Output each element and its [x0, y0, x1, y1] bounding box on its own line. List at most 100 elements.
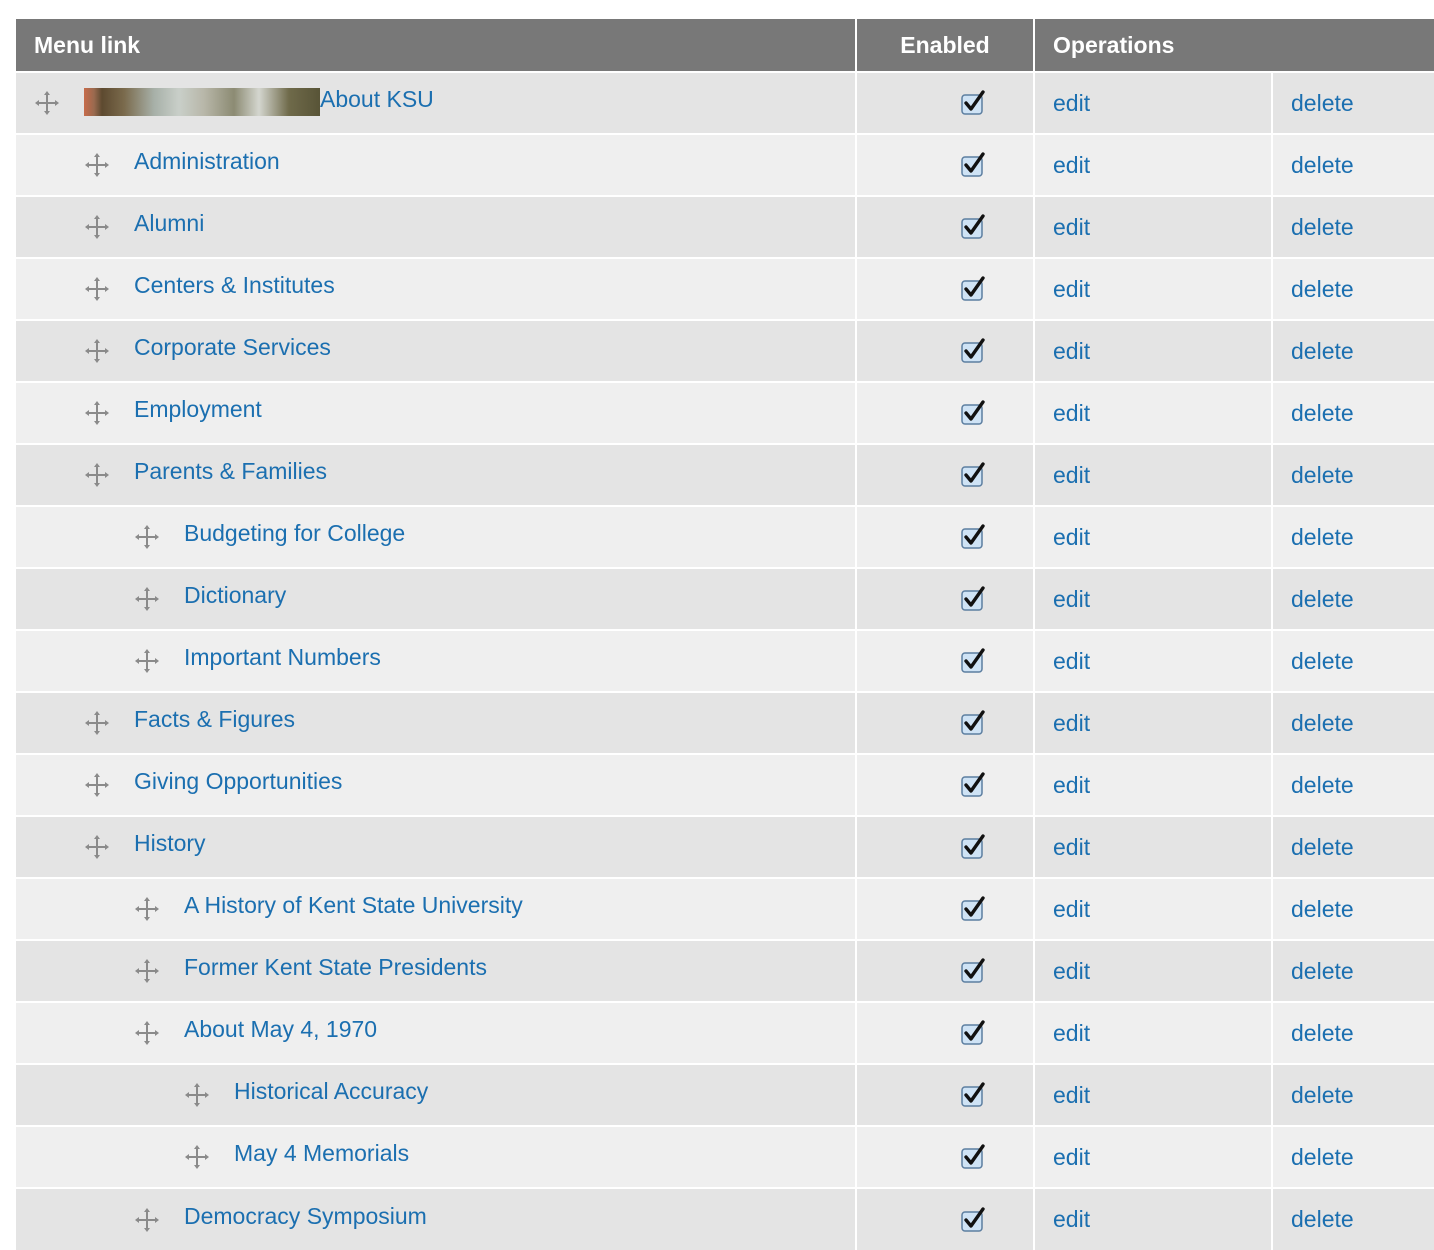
menu-link-cell: May 4 Memorials [16, 1125, 857, 1188]
menu-link-title[interactable]: Centers & Institutes [134, 272, 335, 299]
drag-handle-icon[interactable] [84, 834, 110, 860]
enabled-checkbox[interactable] [960, 1206, 986, 1233]
menu-link-title[interactable]: Facts & Figures [134, 706, 295, 733]
enabled-checkbox[interactable] [960, 214, 986, 240]
enabled-checkbox[interactable] [960, 1082, 986, 1108]
edit-link[interactable]: edit [1053, 648, 1090, 674]
edit-link[interactable]: edit [1053, 90, 1090, 116]
edit-link[interactable]: edit [1053, 586, 1090, 612]
delete-link[interactable]: delete [1291, 648, 1354, 674]
enabled-checkbox[interactable] [960, 586, 986, 612]
delete-link[interactable]: delete [1291, 896, 1354, 922]
drag-handle-icon[interactable] [84, 276, 110, 302]
edit-cell: edit [1034, 691, 1273, 754]
drag-handle-icon[interactable] [84, 214, 110, 240]
menu-link-title[interactable]: About KSU [320, 86, 434, 113]
edit-link[interactable]: edit [1053, 152, 1090, 178]
delete-link[interactable]: delete [1291, 524, 1354, 550]
delete-link[interactable]: delete [1291, 214, 1354, 240]
drag-handle-icon[interactable] [134, 648, 160, 674]
delete-link[interactable]: delete [1291, 1082, 1354, 1108]
delete-link[interactable]: delete [1291, 586, 1354, 612]
delete-link[interactable]: delete [1291, 276, 1354, 302]
menu-link-title[interactable]: Budgeting for College [184, 520, 405, 547]
menu-link-title[interactable]: Former Kent State Presidents [184, 954, 487, 981]
menu-link-title[interactable]: Historical Accuracy [234, 1078, 428, 1105]
enabled-checkbox[interactable] [960, 276, 986, 302]
menu-link-title[interactable]: Dictionary [184, 582, 286, 609]
drag-handle-icon[interactable] [84, 152, 110, 178]
menu-link-title[interactable]: Important Numbers [184, 644, 381, 671]
delete-link[interactable]: delete [1291, 772, 1354, 798]
drag-handle-icon[interactable] [134, 896, 160, 922]
edit-link[interactable]: edit [1053, 1020, 1090, 1046]
delete-link[interactable]: delete [1291, 958, 1354, 984]
drag-handle-icon[interactable] [134, 1207, 160, 1233]
drag-handle-icon[interactable] [84, 338, 110, 364]
enabled-checkbox[interactable] [960, 772, 986, 798]
drag-handle-icon[interactable] [34, 90, 60, 116]
edit-link[interactable]: edit [1053, 772, 1090, 798]
delete-link[interactable]: delete [1291, 834, 1354, 860]
enabled-checkbox[interactable] [960, 958, 986, 984]
drag-handle-icon[interactable] [134, 1020, 160, 1046]
enabled-checkbox[interactable] [960, 152, 986, 178]
enabled-checkbox[interactable] [960, 90, 986, 116]
menu-link-cell: Dictionary [16, 567, 857, 630]
enabled-checkbox[interactable] [960, 1144, 986, 1170]
menu-link-title[interactable]: Giving Opportunities [134, 768, 342, 795]
edit-link[interactable]: edit [1053, 524, 1090, 550]
delete-link[interactable]: delete [1291, 710, 1354, 736]
drag-handle-icon[interactable] [84, 710, 110, 736]
delete-link[interactable]: delete [1291, 338, 1354, 364]
menu-link-title[interactable]: Parents & Families [134, 458, 327, 485]
enabled-checkbox[interactable] [960, 834, 986, 860]
drag-handle-icon[interactable] [84, 772, 110, 798]
menu-link-title[interactable]: Alumni [134, 210, 204, 237]
menu-link-title[interactable]: Administration [134, 148, 280, 175]
drag-handle-icon[interactable] [84, 400, 110, 426]
menu-link-title[interactable]: Employment [134, 396, 262, 423]
edit-link[interactable]: edit [1053, 1144, 1090, 1170]
enabled-checkbox[interactable] [960, 338, 986, 364]
edit-link[interactable]: edit [1053, 896, 1090, 922]
delete-link[interactable]: delete [1291, 1206, 1354, 1232]
edit-link[interactable]: edit [1053, 834, 1090, 860]
menu-link-title[interactable]: A History of Kent State University [184, 892, 523, 919]
edit-link[interactable]: edit [1053, 958, 1090, 984]
edit-link[interactable]: edit [1053, 710, 1090, 736]
edit-link[interactable]: edit [1053, 214, 1090, 240]
drag-handle-icon[interactable] [134, 524, 160, 550]
edit-link[interactable]: edit [1053, 400, 1090, 426]
delete-link[interactable]: delete [1291, 462, 1354, 488]
menu-link-title[interactable]: Democracy Symposium [184, 1203, 427, 1230]
edit-link[interactable]: edit [1053, 1206, 1090, 1232]
enabled-checkbox[interactable] [960, 710, 986, 736]
table-row: About May 4, 1970 edit delete [16, 1001, 1434, 1064]
enabled-checkbox[interactable] [960, 462, 986, 488]
drag-handle-icon[interactable] [184, 1082, 210, 1108]
enabled-checkbox[interactable] [960, 896, 986, 922]
drag-handle-icon[interactable] [184, 1144, 210, 1170]
delete-link[interactable]: delete [1291, 400, 1354, 426]
delete-link[interactable]: delete [1291, 1020, 1354, 1046]
menu-link-title[interactable]: Corporate Services [134, 334, 331, 361]
edit-link[interactable]: edit [1053, 462, 1090, 488]
enabled-checkbox[interactable] [960, 1020, 986, 1046]
menu-link-title[interactable]: About May 4, 1970 [184, 1016, 377, 1043]
edit-link[interactable]: edit [1053, 338, 1090, 364]
delete-link[interactable]: delete [1291, 152, 1354, 178]
enabled-checkbox[interactable] [960, 524, 986, 550]
delete-cell: delete [1272, 133, 1434, 196]
delete-link[interactable]: delete [1291, 90, 1354, 116]
drag-handle-icon[interactable] [84, 462, 110, 488]
delete-link[interactable]: delete [1291, 1144, 1354, 1170]
edit-link[interactable]: edit [1053, 276, 1090, 302]
menu-link-title[interactable]: History [134, 830, 206, 857]
menu-link-title[interactable]: May 4 Memorials [234, 1140, 409, 1167]
drag-handle-icon[interactable] [134, 586, 160, 612]
edit-link[interactable]: edit [1053, 1082, 1090, 1108]
enabled-checkbox[interactable] [960, 648, 986, 674]
enabled-checkbox[interactable] [960, 400, 986, 426]
drag-handle-icon[interactable] [134, 958, 160, 984]
